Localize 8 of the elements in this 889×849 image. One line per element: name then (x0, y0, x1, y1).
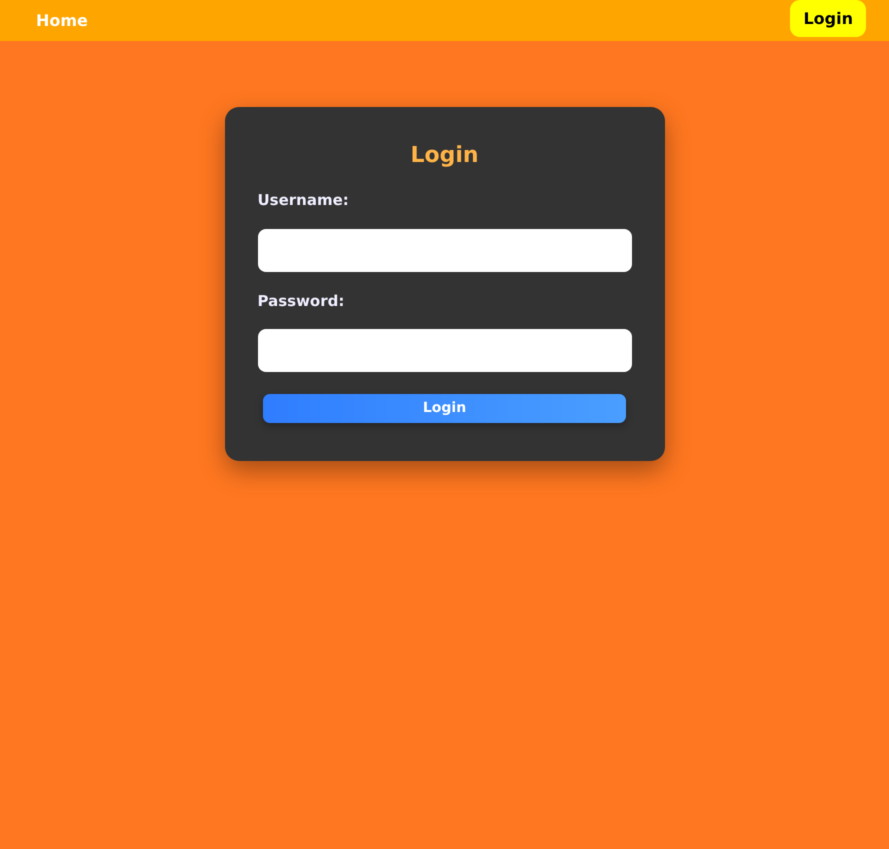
field-label: Password: (258, 290, 346, 312)
submit-button[interactable]: Login (263, 394, 626, 424)
input-field[interactable] (258, 228, 632, 272)
login-title: Login (409, 143, 480, 170)
input-field[interactable] (258, 329, 632, 372)
login-button[interactable]: Login (790, 0, 866, 37)
field-label: Username: (258, 190, 350, 212)
home-link[interactable]: Home (36, 8, 88, 32)
